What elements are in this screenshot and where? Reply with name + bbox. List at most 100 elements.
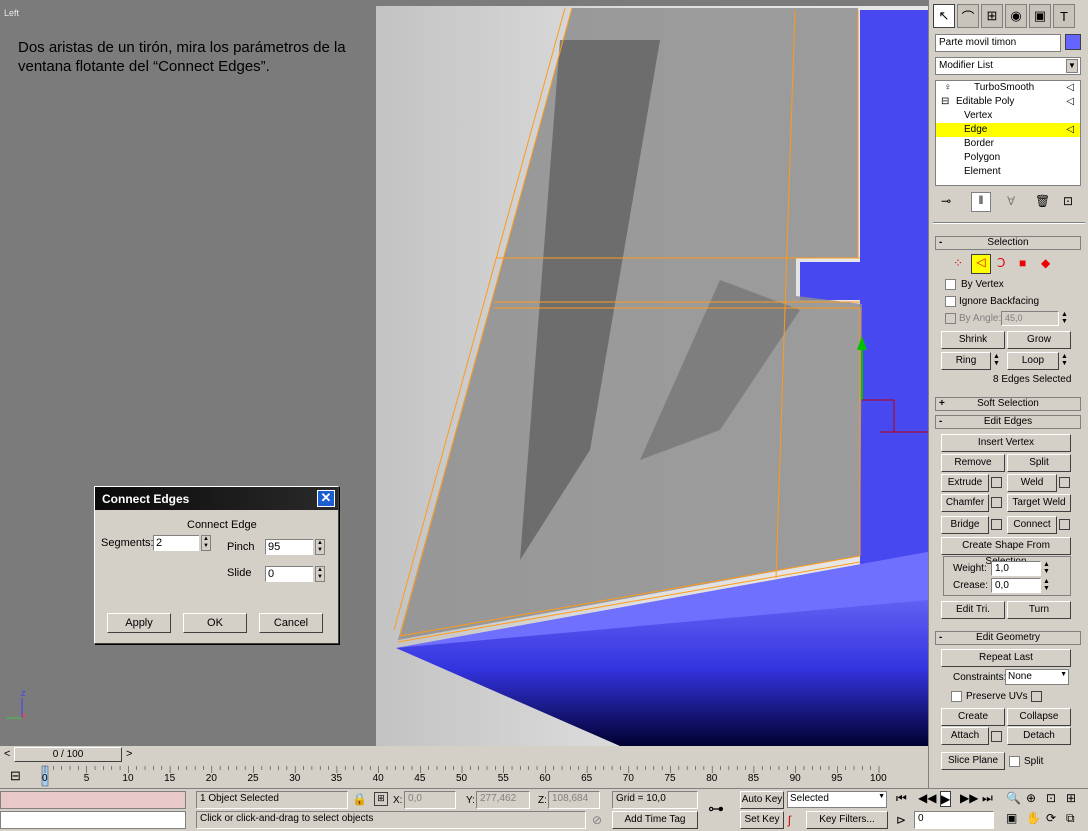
stack-item-border[interactable]: Border — [936, 137, 1080, 151]
by-angle-spinner[interactable]: ▲ ▼ — [1061, 311, 1068, 325]
loop-button[interactable]: Loop — [1007, 352, 1059, 370]
x-coordinate[interactable]: 0,0 — [404, 791, 456, 809]
grow-button[interactable]: Grow — [1007, 331, 1071, 349]
constraints-dropdown[interactable]: None ▼ — [1005, 669, 1069, 685]
go-to-start-icon[interactable]: ⏮ — [896, 791, 907, 806]
loop-spinner[interactable]: ▲ ▼ — [1061, 353, 1068, 367]
chevron-down-icon[interactable]: ▼ — [878, 793, 885, 800]
by-angle-checkbox[interactable] — [945, 313, 956, 324]
create-tab-icon[interactable]: ↖ — [933, 4, 955, 28]
current-frame-field[interactable]: 0 — [914, 811, 994, 829]
vertex-mode-icon[interactable]: ⁘ — [953, 256, 963, 270]
show-end-result-icon[interactable]: ‖ — [971, 192, 991, 212]
go-to-end-icon[interactable]: ⏭ — [982, 791, 993, 806]
shrink-button[interactable]: Shrink — [941, 331, 1005, 349]
create-shape-button[interactable]: Create Shape From Selection — [941, 537, 1071, 567]
apply-button[interactable]: Apply — [107, 613, 171, 633]
display-tab-icon[interactable]: ▣ — [1029, 4, 1051, 28]
modify-tab-icon[interactable]: ⌒ — [957, 4, 979, 28]
modifier-list-dropdown[interactable]: Modifier List ▼ — [935, 57, 1081, 75]
key-mode-toggle-icon[interactable]: ⊳ — [896, 813, 906, 827]
bridge-settings-icon[interactable] — [991, 519, 1002, 530]
ring-spinner[interactable]: ▲ ▼ — [993, 353, 1000, 367]
maximize-viewport-icon[interactable]: ⧉ — [1066, 811, 1075, 826]
weight-spinner[interactable]: ▲ ▼ — [1043, 561, 1050, 575]
zoom-icon[interactable]: 🔍 — [1006, 791, 1021, 805]
slice-plane-button[interactable]: Slice Plane — [941, 752, 1005, 770]
collapse-icon[interactable]: ⊟ — [941, 95, 949, 109]
crease-input[interactable]: 0,0 — [991, 578, 1041, 593]
stack-item-polygon[interactable]: Polygon — [936, 151, 1080, 165]
chamfer-settings-icon[interactable] — [991, 497, 1002, 508]
ring-button[interactable]: Ring — [941, 352, 991, 370]
prev-key-icon[interactable]: ◀◀ — [918, 791, 936, 805]
remove-button[interactable]: Remove — [941, 454, 1005, 472]
viewport-label[interactable]: Left — [4, 8, 19, 18]
modifier-stack[interactable]: ♀ TurboSmooth ◁ ⊟ Editable Poly ◁ Vertex… — [935, 80, 1081, 186]
key-mode-dropdown[interactable]: Selected ▼ — [787, 791, 887, 808]
connect-button[interactable]: Connect — [1007, 516, 1057, 534]
lock-icon[interactable]: 🔒 — [352, 792, 367, 806]
weld-button[interactable]: Weld — [1007, 474, 1057, 492]
object-name-field[interactable]: Parte movil timon — [935, 34, 1061, 52]
preserve-uvs-settings-icon[interactable] — [1031, 691, 1042, 702]
pinch-input[interactable]: 95 — [265, 539, 313, 555]
ok-button[interactable]: OK — [183, 613, 247, 633]
preserve-uvs-checkbox[interactable] — [951, 691, 962, 702]
element-mode-icon[interactable]: ◆ — [1041, 256, 1050, 270]
slide-spinner[interactable]: ▲ ▼ — [315, 566, 325, 582]
zoom-extents-icon[interactable]: ⊡ — [1046, 791, 1056, 805]
configure-modifier-sets-icon[interactable]: ⊡ — [1063, 194, 1073, 208]
connect-settings-icon[interactable] — [1059, 519, 1070, 530]
zoom-extents-all-icon[interactable]: ⊞ — [1066, 791, 1076, 805]
extrude-settings-icon[interactable] — [991, 477, 1002, 488]
arc-rotate-icon[interactable]: ⟳ — [1046, 811, 1056, 825]
make-unique-icon[interactable]: ∀ — [1007, 194, 1015, 208]
selection-rollout-header[interactable]: - Selection — [935, 236, 1081, 250]
polygon-mode-icon[interactable]: ■ — [1019, 256, 1026, 270]
dialog-titlebar[interactable]: Connect Edges ✕ — [95, 487, 338, 510]
motion-tab-icon[interactable]: ◉ — [1005, 4, 1027, 28]
hierarchy-tab-icon[interactable]: ⊞ — [981, 4, 1003, 28]
slide-input[interactable]: 0 — [265, 566, 313, 582]
repeat-last-button[interactable]: Repeat Last — [941, 649, 1071, 667]
soft-selection-rollout-header[interactable]: + Soft Selection — [935, 397, 1081, 411]
turn-button[interactable]: Turn — [1007, 601, 1071, 619]
bridge-button[interactable]: Bridge — [941, 516, 989, 534]
play-icon[interactable]: ▶ — [940, 791, 952, 807]
segments-spinner[interactable]: ▲ ▼ — [201, 535, 211, 551]
add-time-tag-button[interactable]: Add Time Tag — [612, 811, 698, 829]
attach-button[interactable]: Attach — [941, 727, 989, 745]
target-weld-button[interactable]: Target Weld — [1007, 494, 1071, 512]
pinch-spinner[interactable]: ▲ ▼ — [315, 539, 325, 555]
chamfer-button[interactable]: Chamfer — [941, 494, 989, 512]
cancel-button[interactable]: Cancel — [259, 613, 323, 633]
set-key-button[interactable]: Set Key — [740, 811, 784, 829]
maxscript-listener[interactable] — [0, 791, 186, 809]
split-checkbox[interactable] — [1009, 756, 1020, 767]
utilities-tab-icon[interactable]: T — [1053, 4, 1075, 28]
by-angle-input[interactable]: 45,0 — [1001, 311, 1059, 326]
edit-edges-rollout-header[interactable]: - Edit Edges — [935, 415, 1081, 429]
detach-button[interactable]: Detach — [1007, 727, 1071, 745]
next-frame-icon[interactable]: > — [126, 748, 132, 760]
lightbulb-icon[interactable]: ♀ — [944, 81, 952, 95]
key-icon[interactable]: ⊶ — [708, 799, 724, 819]
border-mode-icon[interactable]: Ↄ — [997, 256, 1005, 270]
pin-stack-icon[interactable]: ⊸ — [941, 194, 951, 208]
field-of-view-icon[interactable]: ▣ — [1006, 811, 1017, 825]
zoom-all-icon[interactable]: ⊕ — [1026, 791, 1036, 805]
stack-item-editable-poly[interactable]: ⊟ Editable Poly ◁ — [936, 95, 1080, 109]
segments-input[interactable]: 2 — [153, 535, 199, 551]
absolute-mode-icon[interactable]: ⊞ — [374, 792, 388, 806]
track-bar[interactable]: ⊟ 0 5 10 15 20 25 30 35 40 45 50 55 60 65 70 75 80 85 90 95… — [0, 764, 900, 788]
key-filters-button[interactable]: Key Filters... — [806, 811, 888, 829]
prev-frame-icon[interactable]: < — [4, 748, 10, 760]
chevron-down-icon[interactable]: ▼ — [1066, 59, 1078, 73]
stack-item-turbosmooth[interactable]: ♀ TurboSmooth ◁ — [936, 81, 1080, 95]
edit-tri-button[interactable]: Edit Tri. — [941, 601, 1005, 619]
split-button[interactable]: Split — [1007, 454, 1071, 472]
auto-key-button[interactable]: Auto Key — [740, 791, 784, 809]
close-icon[interactable]: ✕ — [317, 490, 335, 507]
pan-icon[interactable]: ✋ — [1026, 811, 1041, 825]
